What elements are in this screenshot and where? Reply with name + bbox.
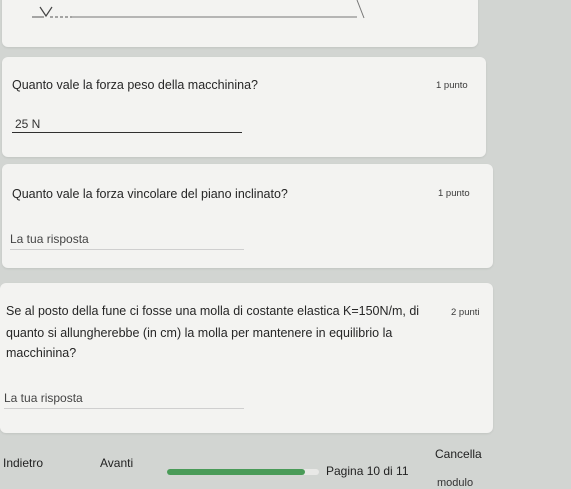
next-button[interactable]: Avanti xyxy=(100,456,133,470)
question-card-1: Quanto vale la forza peso della macchini… xyxy=(2,57,486,157)
points-label: 1 punto xyxy=(438,188,470,199)
question-title-line: quanto si allungherebbe (in cm) la molla… xyxy=(6,326,393,340)
answer-underline xyxy=(10,249,244,250)
page-indicator: Pagina 10 di 11 xyxy=(326,464,409,478)
answer-field[interactable]: 25 N xyxy=(15,117,40,131)
answer-input[interactable]: La tua risposta xyxy=(10,232,89,246)
diagram-fragment xyxy=(32,0,365,19)
progress-bar-fill xyxy=(167,469,306,475)
points-label: 2 punti xyxy=(451,307,480,318)
question-card-3: Se al posto della fune ci fosse una moll… xyxy=(0,283,493,433)
image-card xyxy=(2,0,478,47)
question-title-line: Se al posto della fune ci fosse una moll… xyxy=(6,304,420,318)
question-card-2: Quanto vale la forza vincolare del piano… xyxy=(2,164,493,268)
progress-track xyxy=(167,469,319,475)
answer-underline xyxy=(12,132,242,133)
points-label: 1 punto xyxy=(436,80,468,91)
question-title-line: macchinina? xyxy=(6,346,77,360)
answer-input[interactable]: La tua risposta xyxy=(4,391,83,405)
footer-label: modulo xyxy=(437,477,474,489)
answer-underline xyxy=(4,408,244,409)
back-button[interactable]: Indietro xyxy=(3,456,43,470)
cancel-button[interactable]: Cancella xyxy=(435,447,482,461)
question-title: Quanto vale la forza vincolare del piano… xyxy=(12,187,288,201)
question-title: Quanto vale la forza peso della macchini… xyxy=(12,78,258,92)
